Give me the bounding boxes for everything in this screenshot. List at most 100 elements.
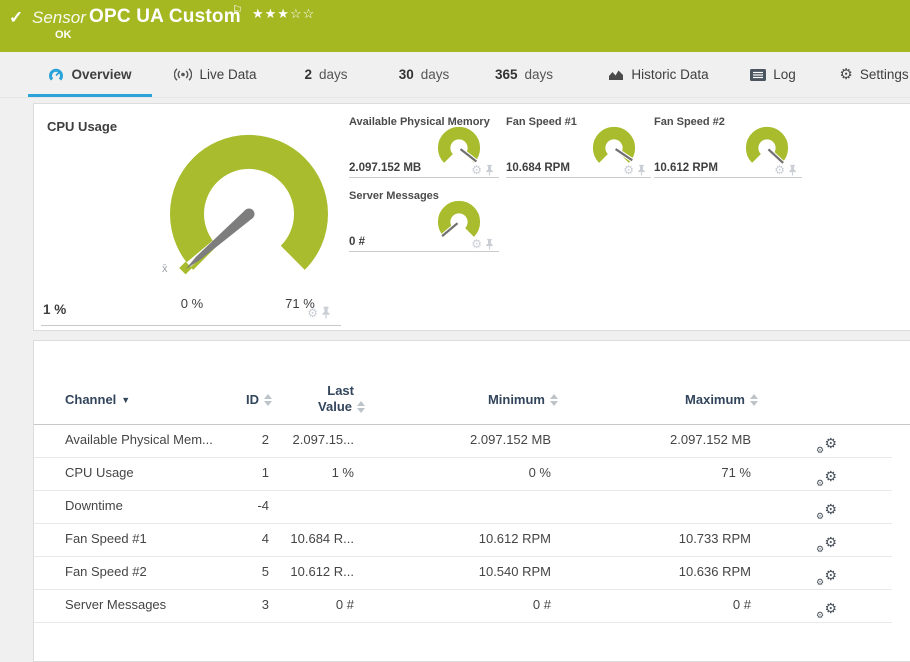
- settings-gear-icon: ⚙: [839, 66, 853, 83]
- gauge-title: Server Messages: [349, 190, 439, 202]
- cell-last-value: 10.612 R...: [290, 564, 354, 579]
- tab-overview[interactable]: Overview: [28, 52, 152, 97]
- gauge-title: CPU Usage: [47, 119, 118, 134]
- tab-bar: Overview Live Data 2 days 30 days 365 da…: [0, 52, 910, 98]
- flag-icon[interactable]: ⚐: [232, 3, 243, 17]
- gauge-current-value: 10.684 RPM: [506, 162, 570, 174]
- sort-toggle-icon: [550, 394, 559, 406]
- gauge-current-value: 0 #: [349, 236, 365, 248]
- column-header-channel[interactable]: Channel ▼: [65, 392, 130, 407]
- gears-icon: ⚙ ⚙: [816, 435, 837, 455]
- cell-id: -4: [257, 498, 269, 513]
- cell-channel: Fan Speed #1: [65, 531, 147, 546]
- pin-icon[interactable]: [788, 164, 797, 176]
- cell-last-value: 10.684 R...: [290, 531, 354, 546]
- tab-historic-data-label: Historic Data: [631, 67, 709, 82]
- channel-settings-button[interactable]: ⚙ ⚙: [815, 561, 837, 587]
- column-header-minimum[interactable]: Minimum: [401, 392, 559, 407]
- cell-maximum: 10.733 RPM: [678, 531, 751, 546]
- gauge-tile-fan-speed-2[interactable]: Fan Speed #2 10.612 RPM ⚙: [654, 116, 802, 178]
- channel-gear-icon[interactable]: ⚙: [774, 164, 785, 176]
- stars-empty: ☆☆: [289, 6, 316, 21]
- tab-historic-data[interactable]: Historic Data: [596, 52, 721, 97]
- column-header-minimum-label: Minimum: [487, 392, 545, 407]
- cell-minimum: 0 %: [528, 465, 551, 480]
- tab-30-days[interactable]: 30 days: [390, 52, 458, 97]
- cell-maximum: 2.097.152 MB: [670, 432, 751, 447]
- table-row-fan-speed-2[interactable]: Fan Speed #2 5 10.612 R... 10.540 RPM 10…: [34, 556, 892, 590]
- gauge-tile-fan-speed-1[interactable]: Fan Speed #1 10.684 RPM ⚙: [506, 116, 651, 178]
- channel-settings-button[interactable]: ⚙ ⚙: [815, 429, 837, 455]
- tab-settings[interactable]: ⚙ Settings: [838, 52, 910, 97]
- pin-icon[interactable]: [637, 164, 646, 176]
- cpu-gauge: [170, 135, 328, 275]
- broadcast-icon: [174, 68, 193, 81]
- gauge-current-value: 2.097.152 MB: [349, 162, 422, 174]
- cell-channel: Downtime: [65, 498, 123, 513]
- cell-minimum: 0 #: [532, 597, 551, 612]
- gears-icon: ⚙ ⚙: [816, 468, 837, 488]
- tab-365-days-label: days: [524, 67, 554, 82]
- gauge-title: Fan Speed #1: [506, 116, 577, 128]
- gauge-scale-min: 0 %: [180, 296, 204, 311]
- tab-2-days-number: 2: [304, 67, 312, 82]
- tab-live-data[interactable]: Live Data: [168, 52, 263, 97]
- sensor-type-label: Sensor: [32, 8, 86, 27]
- channel-settings-button[interactable]: ⚙ ⚙: [815, 462, 837, 488]
- tab-2-days[interactable]: 2 days: [295, 52, 357, 97]
- stars-filled: ★★★: [252, 6, 290, 21]
- cell-channel: Fan Speed #2: [65, 564, 147, 579]
- table-row-downtime[interactable]: Downtime -4 ⚙ ⚙: [34, 490, 892, 524]
- table-row-available-physical-memory[interactable]: Available Physical Mem... 2 2.097.15... …: [34, 424, 892, 458]
- tab-log[interactable]: Log: [744, 52, 802, 97]
- column-header-last-value[interactable]: Last Value: [274, 383, 366, 415]
- channel-gear-icon[interactable]: ⚙: [307, 307, 318, 319]
- cell-minimum: 10.540 RPM: [478, 564, 551, 579]
- cell-channel: CPU Usage: [65, 465, 134, 480]
- log-list-icon: [750, 68, 767, 81]
- gauge-title: Fan Speed #2: [654, 116, 725, 128]
- gears-icon: ⚙ ⚙: [816, 567, 837, 587]
- pin-icon[interactable]: [485, 164, 494, 176]
- gauge-icon: [49, 68, 64, 81]
- table-row-fan-speed-1[interactable]: Fan Speed #1 4 10.684 R... 10.612 RPM 10…: [34, 523, 892, 557]
- sort-toggle-icon: [357, 401, 366, 413]
- table-row-server-messages[interactable]: Server Messages 3 0 # 0 # 0 # ⚙ ⚙: [34, 589, 892, 623]
- column-header-maximum[interactable]: Maximum: [601, 392, 759, 407]
- gauges-panel: CPU Usage x̄ 0 % 71 % 1 % ⚙ Available Ph…: [33, 103, 910, 331]
- gears-icon: ⚙ ⚙: [816, 600, 837, 620]
- channel-settings-button[interactable]: ⚙ ⚙: [815, 528, 837, 554]
- tab-live-data-label: Live Data: [199, 67, 257, 82]
- channel-gear-icon[interactable]: ⚙: [471, 238, 482, 250]
- sensor-title: OPC UA Custom: [89, 6, 241, 27]
- priority-stars[interactable]: ★★★☆☆: [252, 6, 315, 22]
- gauge-tile-cpu-usage[interactable]: CPU Usage x̄ 0 % 71 % 1 % ⚙: [41, 112, 341, 326]
- gauge-tile-server-messages[interactable]: Server Messages 0 # ⚙: [349, 190, 499, 252]
- gauge-current-value: 10.612 RPM: [654, 162, 718, 174]
- channel-gear-icon[interactable]: ⚙: [623, 164, 634, 176]
- gauge-tile-available-physical-memory[interactable]: Available Physical Memory 2.097.152 MB ⚙: [349, 116, 499, 178]
- cell-maximum: 10.636 RPM: [678, 564, 751, 579]
- tab-365-days[interactable]: 365 days: [488, 52, 560, 97]
- sensor-header: ✓ Sensor OPC UA Custom ⚐ ★★★☆☆ OK: [0, 0, 910, 52]
- pin-icon[interactable]: [485, 238, 494, 250]
- table-row-cpu-usage[interactable]: CPU Usage 1 1 % 0 % 71 % ⚙ ⚙: [34, 457, 892, 491]
- channel-settings-button[interactable]: ⚙ ⚙: [815, 495, 837, 521]
- column-header-last-label: Last: [327, 383, 354, 398]
- tab-30-days-number: 30: [398, 67, 414, 82]
- tab-365-days-number: 365: [494, 67, 518, 82]
- pin-icon[interactable]: [321, 306, 331, 319]
- channel-gear-icon[interactable]: ⚙: [471, 164, 482, 176]
- cell-channel: Server Messages: [65, 597, 167, 612]
- area-chart-icon: [609, 70, 624, 80]
- cell-last-value: 0 #: [335, 597, 354, 612]
- cell-last-value: 2.097.15...: [292, 432, 354, 447]
- channel-table-panel: Channel ▼ ID Last Value Minimum Maximum A…: [33, 340, 910, 662]
- cell-minimum: 10.612 RPM: [478, 531, 551, 546]
- channel-settings-button[interactable]: ⚙ ⚙: [815, 594, 837, 620]
- tab-30-days-label: days: [420, 67, 450, 82]
- column-header-id[interactable]: ID: [199, 392, 273, 407]
- gauge-current-value: 1 %: [43, 302, 67, 317]
- sort-toggle-icon: [264, 394, 273, 406]
- column-header-maximum-label: Maximum: [685, 392, 745, 407]
